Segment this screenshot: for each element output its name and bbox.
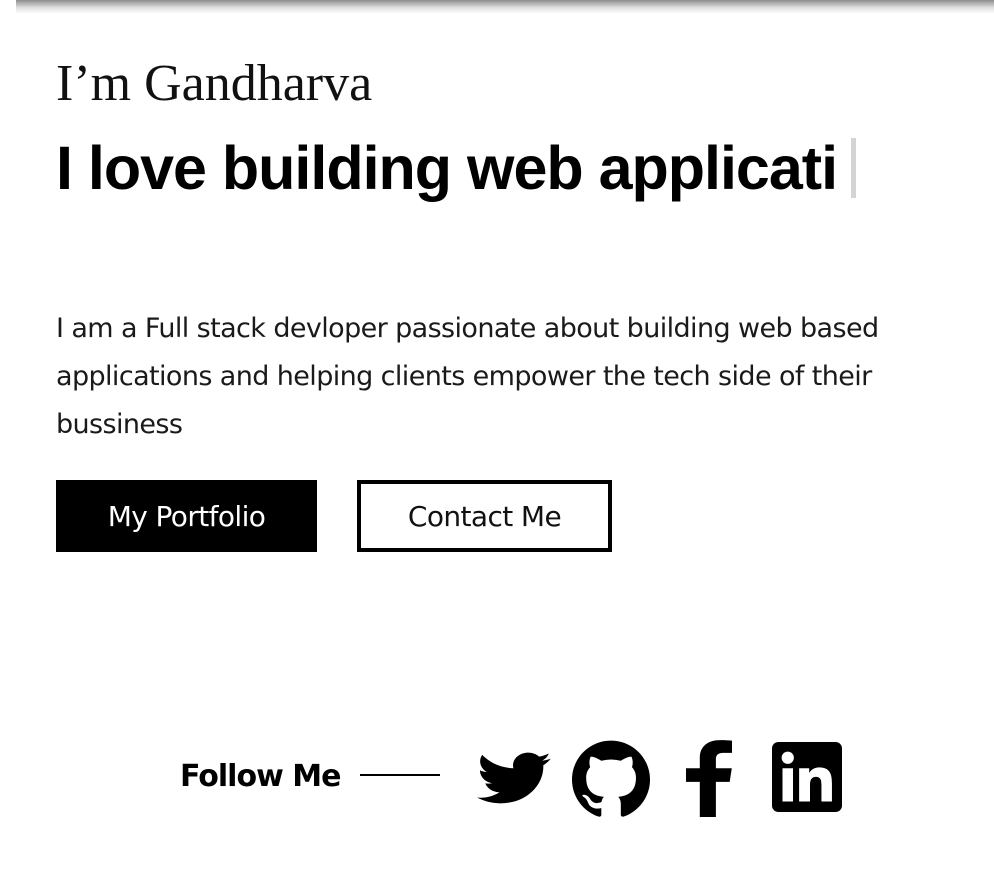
hero-description: I am a Full stack devloper passionate ab… (56, 313, 879, 440)
follow-divider (360, 774, 440, 776)
intro-heading: I’m Gandharva (56, 55, 373, 112)
twitter-icon[interactable] (474, 745, 552, 811)
contact-me-button[interactable]: Contact Me (357, 480, 612, 552)
typing-tagline: I love building web applicati (56, 132, 857, 204)
facebook-icon[interactable] (686, 739, 732, 817)
header-shadow (16, 0, 994, 14)
typing-cursor (851, 138, 857, 198)
my-portfolio-button[interactable]: My Portfolio (56, 480, 317, 552)
tagline-text: I love building web applicati (56, 134, 838, 202)
github-icon[interactable] (572, 739, 650, 817)
linkedin-icon[interactable] (772, 742, 842, 812)
follow-me-label: Follow Me (180, 759, 341, 794)
